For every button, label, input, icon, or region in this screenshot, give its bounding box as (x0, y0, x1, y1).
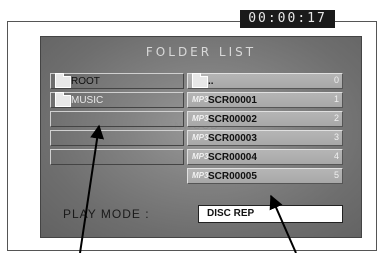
callout-arrow-file (269, 194, 297, 253)
callout-arrows (79, 124, 297, 253)
callout-arrow-folder (79, 124, 105, 253)
